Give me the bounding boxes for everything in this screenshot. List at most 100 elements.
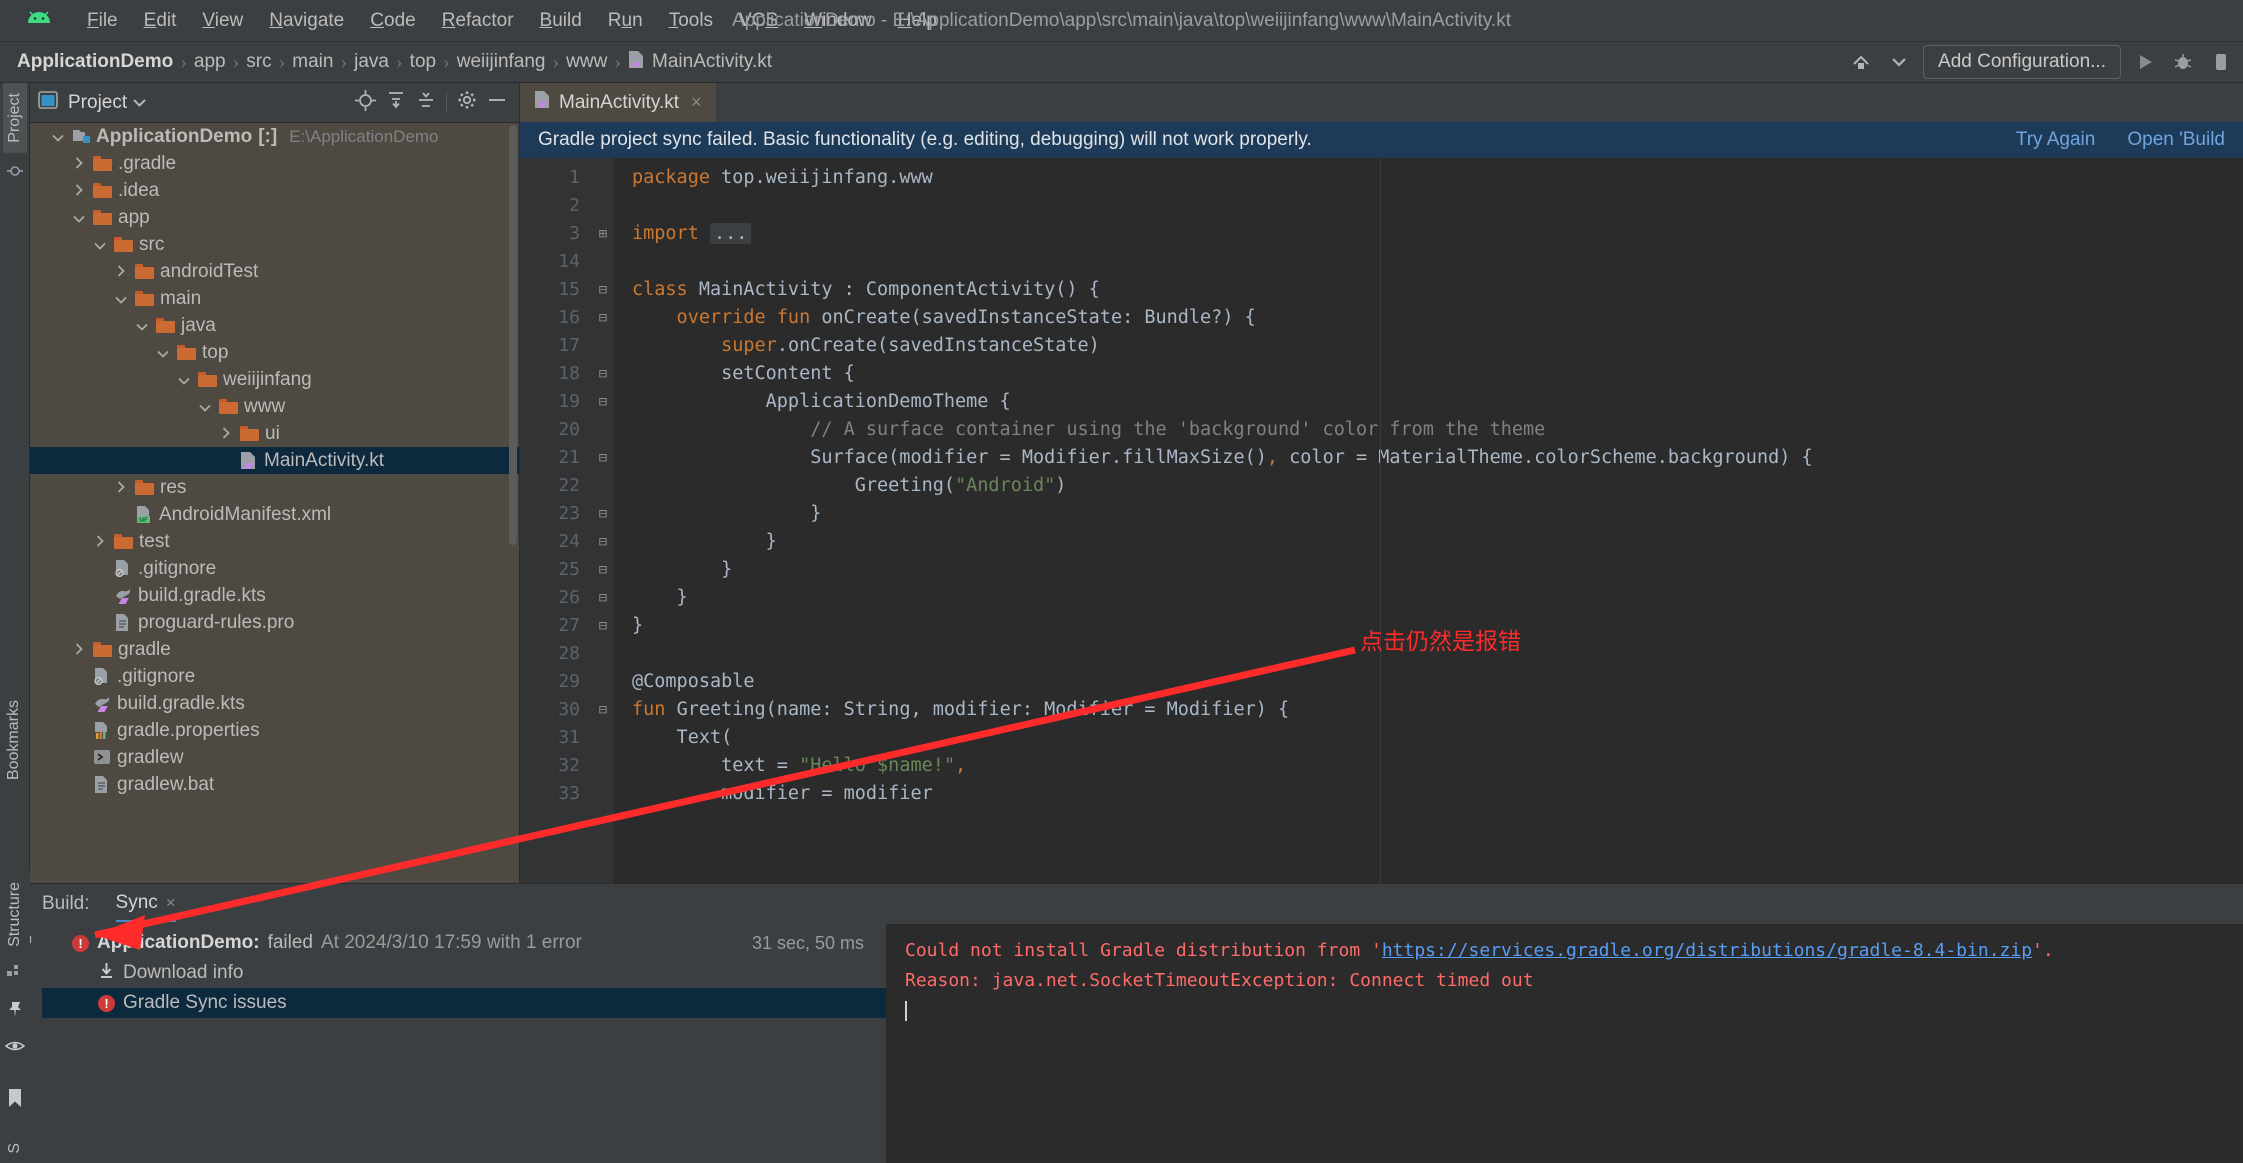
chevron-down-icon[interactable] [50,129,66,145]
more-icon[interactable] [2207,48,2235,76]
breadcrumb-item-applicationdemo[interactable]: ApplicationDemo [12,51,178,73]
tree-item-mainactivity-kt[interactable]: MainActivity.kt [30,447,519,474]
chevron-down-icon[interactable] [71,210,87,226]
collapse-all-icon[interactable] [416,90,436,115]
chevron-down-icon[interactable] [133,94,146,112]
expand-all-icon[interactable] [386,90,406,115]
menu-item-code[interactable]: Code [357,6,428,36]
build-row-applicationdemo-[interactable]: ! ApplicationDemo: failed At 2024/3/10 17:5… [42,928,886,958]
code-line[interactable]: super.onCreate(savedInstanceState) [632,332,2243,360]
code-line[interactable]: } [632,528,2243,556]
tree-item-ui[interactable]: ui [30,420,519,447]
breadcrumb-item-main[interactable]: main [287,51,338,73]
build-row-gradle-sync-issues[interactable]: ! Gradle Sync issues [42,988,886,1018]
code-line[interactable]: } [632,556,2243,584]
tree-item-res[interactable]: res [30,474,519,501]
tree-scrollbar[interactable] [509,125,517,545]
debug-icon[interactable] [2169,48,2197,76]
tree-item-src[interactable]: src [30,231,519,258]
build-console-output[interactable]: Could not install Gradle distribution fr… [887,924,2243,1163]
code-line[interactable]: } [632,584,2243,612]
breadcrumb[interactable]: ApplicationDemo › app › src › main › java › top › we… [12,50,777,75]
breadcrumb-item-weiijinfang[interactable]: weiijinfang [452,51,551,73]
bookmark-icon[interactable] [8,1088,22,1113]
tree-item-build-gradle-kts[interactable]: build.gradle.kts [30,690,519,717]
code-fold-marker[interactable]: ⊟ [592,556,614,584]
breadcrumb-item-top[interactable]: top [405,51,441,73]
tree-item--idea[interactable]: .idea [30,177,519,204]
code-line[interactable]: override fun onCreate(savedInstanceState… [632,304,2243,332]
tool-tab-project[interactable]: Project [2,83,27,153]
chevron-down-icon[interactable] [92,237,108,253]
tree-item-gradlew[interactable]: gradlew [30,744,519,771]
chevron-down-icon[interactable] [134,318,150,334]
editor-tab-mainactivity[interactable]: MainActivity.kt × [520,83,716,122]
code-fold-marker[interactable]: ⊟ [592,388,614,416]
code-line[interactable]: text = "Hello $name!", [632,752,2243,780]
menu-item-run[interactable]: Run [595,6,656,36]
code-fold-marker[interactable]: ⊟ [592,696,614,724]
tree-item-androidmanifest-xml[interactable]: MF AndroidManifest.xml [30,501,519,528]
hide-panel-icon[interactable] [487,90,507,115]
code-line[interactable]: Greeting("Android") [632,472,2243,500]
code-line[interactable]: import ... [632,220,2243,248]
locate-file-icon[interactable] [355,89,376,116]
menu-item-vcs[interactable]: VCS [726,6,791,36]
code-fold-marker[interactable]: ⊟ [592,500,614,528]
chevron-down-icon[interactable] [113,291,129,307]
source-code[interactable]: package top.weiijinfang.www import ... c… [614,158,2243,883]
code-fold-marker[interactable]: ⊞ [592,220,614,248]
code-fold-marker[interactable]: ⊟ [592,528,614,556]
tree-item-gradle-properties[interactable]: gradle.properties [30,717,519,744]
tree-item-build-gradle-kts[interactable]: build.gradle.kts [30,582,519,609]
eye-icon[interactable] [4,1039,26,1058]
tree-item-gradlew-bat[interactable]: gradlew.bat [30,771,519,798]
code-line[interactable]: // A surface container using the 'backgr… [632,416,2243,444]
tree-item-www[interactable]: www [30,393,519,420]
chevron-right-icon[interactable] [113,264,129,280]
banner-action-open-build[interactable]: Open 'Build [2127,129,2225,151]
code-line[interactable] [632,192,2243,220]
code-fold-marker[interactable]: ⊟ [592,584,614,612]
menu-item-help[interactable]: Help [885,6,950,36]
code-editor[interactable]: 1 2 3 14 15 16 17 18 19 20 21 22 23 24 25 26 27 28 29 30 31 3… [520,158,2243,883]
code-fold-marker[interactable]: ⊟ [592,444,614,472]
tree-item-top[interactable]: top [30,339,519,366]
code-line[interactable]: fun Greeting(name: String, modifier: Mod… [632,696,2243,724]
tree-item-applicationdemo[interactable]: ApplicationDemo [:] E:\ApplicationDemo [30,123,519,150]
close-icon[interactable]: × [166,893,176,913]
build-tab-sync[interactable]: Sync × [115,892,176,922]
build-row-download-info[interactable]: Download info [42,958,886,988]
gradle-sync-icon[interactable] [1847,48,1875,76]
tree-item-java[interactable]: java [30,312,519,339]
tree-item--gradle[interactable]: .gradle [30,150,519,177]
pin-icon[interactable] [6,1000,24,1023]
tree-item-app[interactable]: app [30,204,519,231]
chevron-right-icon[interactable] [71,156,87,172]
code-line[interactable]: Text( [632,724,2243,752]
chevron-right-icon[interactable] [218,426,234,442]
code-line[interactable]: @Composable [632,668,2243,696]
menu-item-refactor[interactable]: Refactor [429,6,527,36]
menu-item-view[interactable]: View [189,6,256,36]
menu-item-file[interactable]: File [74,6,131,36]
code-line[interactable]: } [632,500,2243,528]
chevron-down-icon[interactable] [176,372,192,388]
build-results-tree[interactable]: ! ApplicationDemo: failed At 2024/3/10 17:5… [42,924,887,1163]
chevron-down-icon[interactable] [155,345,171,361]
code-line[interactable]: ApplicationDemoTheme { [632,388,2243,416]
chevron-right-icon[interactable] [71,183,87,199]
menu-item-window[interactable]: Window [791,6,885,36]
breadcrumb-item-app[interactable]: app [189,51,231,73]
add-configuration-button[interactable]: Add Configuration... [1923,45,2121,79]
code-fold-marker[interactable]: ⊟ [592,360,614,388]
gear-icon[interactable] [457,90,477,115]
close-icon[interactable]: × [691,92,702,113]
banner-action-try-again[interactable]: Try Again [2016,129,2096,151]
commit-icon[interactable] [6,163,23,184]
tree-item-gradle[interactable]: gradle [30,636,519,663]
project-tree[interactable]: ApplicationDemo [:] E:\ApplicationDemo .gra… [30,123,519,883]
code-line[interactable] [632,248,2243,276]
code-fold-marker[interactable]: ⊟ [592,304,614,332]
breadcrumb-item-www[interactable]: www [561,51,612,73]
